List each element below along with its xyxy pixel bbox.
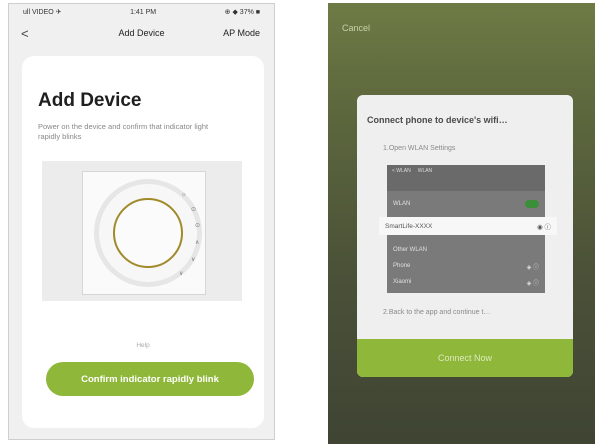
dial-mark-icon: ⊙ [191,207,197,213]
network-row: Phone ◈ ⓘ [387,259,545,273]
other-wlan-header: Other WLAN [387,243,545,257]
cancel-link[interactable]: Cancel [342,23,370,33]
other-wlan-label: Other WLAN [393,247,428,253]
selected-network-row: SmartLife-XXXX ◉ ⓘ [379,217,557,235]
card-description: Power on the device and confirm that ind… [38,122,209,141]
carrier-signal: ull VIDEO ✈ [23,9,62,16]
dial-mark-icon: ☼ [181,192,187,198]
step-one-text: 1.Open WLAN Settings [383,145,456,152]
wifi-signal-icon: ◈ ⓘ [526,280,539,287]
network-row-label: Phone [393,263,411,269]
ap-mode-link[interactable]: AP Mode [223,28,260,38]
wlan-header: < WLAN WLAN [387,165,545,191]
card-title: Add Device [38,90,142,111]
connect-now-button[interactable]: Connect Now [357,339,573,377]
dial-mark-icon: ∨ [179,271,184,277]
confirm-blink-button[interactable]: Confirm indicator rapidly blink [46,362,254,396]
wlan-back-label: < WLAN [392,168,411,174]
dial-mark-icon: ∧ [195,240,200,246]
indicator-ring [113,198,183,268]
wifi-signal-icon: ◈ ⓘ [526,264,539,271]
connect-dialog: Connect phone to device's wifi… 1.Open W… [357,95,573,377]
connect-wifi-screen: Cancel Connect phone to device's wifi… 1… [328,3,595,444]
status-bar: ull VIDEO ✈ 1:41 PM ⊕ ◆ 37% ■ [9,4,274,20]
wifi-signal-icon: ◉ ⓘ [537,224,551,231]
dial-mark-icon: ⊙ [195,223,201,229]
wlan-toggle-row: WLAN [387,197,545,211]
status-time: 1:41 PM [130,8,157,16]
network-row-label: Xiaomi [393,279,412,285]
wlan-settings-illustration: < WLAN WLAN WLAN SmartLife-XXXX ◉ ⓘ Othe… [379,165,557,293]
network-name: SmartLife-XXXX [385,222,433,230]
dialog-title: Connect phone to device's wifi… [367,115,508,125]
thermostat-dial: ☼ ⊙ ⊙ ∧ ∨ ∨ [94,179,202,287]
nav-bar: < Add Device AP Mode [9,22,274,44]
battery-indicator: ⊕ ◆ 37% ■ [224,9,260,16]
instruction-card: Add Device Power on the device and confi… [22,56,264,428]
wlan-header-title: WLAN [417,168,433,174]
wlan-row-label: WLAN [393,201,411,207]
toggle-icon [525,200,539,208]
device-illustration: ☼ ⊙ ⊙ ∧ ∨ ∨ [42,161,242,301]
add-device-screen: ull VIDEO ✈ 1:41 PM ⊕ ◆ 37% ■ < Add Devi… [8,3,275,440]
dial-mark-icon: ∨ [191,257,196,263]
network-row: Xiaomi ◈ ⓘ [387,275,545,289]
step-two-text: 2.Back to the app and continue t… [383,309,491,316]
help-link[interactable]: Help [22,342,264,349]
